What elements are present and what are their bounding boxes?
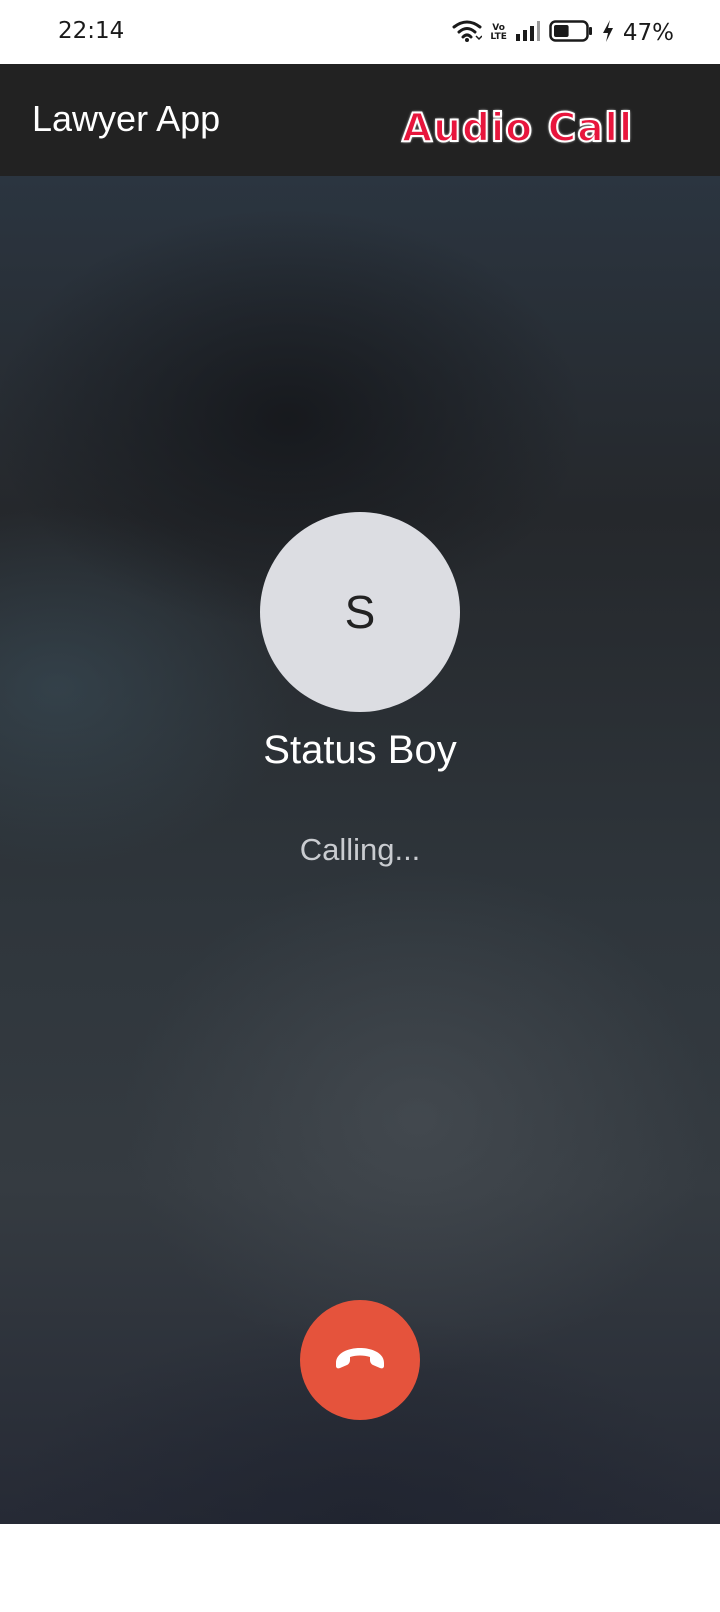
battery-percentage: 47%: [622, 20, 674, 46]
app-title: Lawyer App: [32, 98, 221, 139]
battery-fill: [553, 24, 569, 37]
battery-icon: [549, 19, 593, 48]
charging-icon: [601, 19, 615, 48]
bottom-area: [0, 1524, 720, 1612]
phone-hangup-icon: [333, 1345, 387, 1376]
volte-icon: Vo LTE: [490, 24, 507, 42]
caller-name: Status Boy: [263, 728, 457, 772]
call-type-label: Audio Call: [401, 105, 634, 152]
avatar: S: [260, 512, 460, 712]
call-screen: S Status Boy Calling...: [0, 176, 720, 1524]
wifi-icon: [452, 19, 483, 48]
call-status: Calling...: [299, 832, 421, 867]
status-time: 22:14: [58, 18, 125, 44]
signal-icon: [515, 20, 541, 47]
status-icons: Vo LTE 47%: [452, 18, 674, 48]
app-bar: Lawyer App Audio Call: [0, 64, 720, 176]
status-bar: 22:14 Vo LTE 47%: [0, 0, 720, 64]
avatar-initial: S: [344, 586, 376, 638]
end-call-button[interactable]: [300, 1300, 420, 1420]
volte-bottom-label: LTE: [490, 32, 507, 42]
